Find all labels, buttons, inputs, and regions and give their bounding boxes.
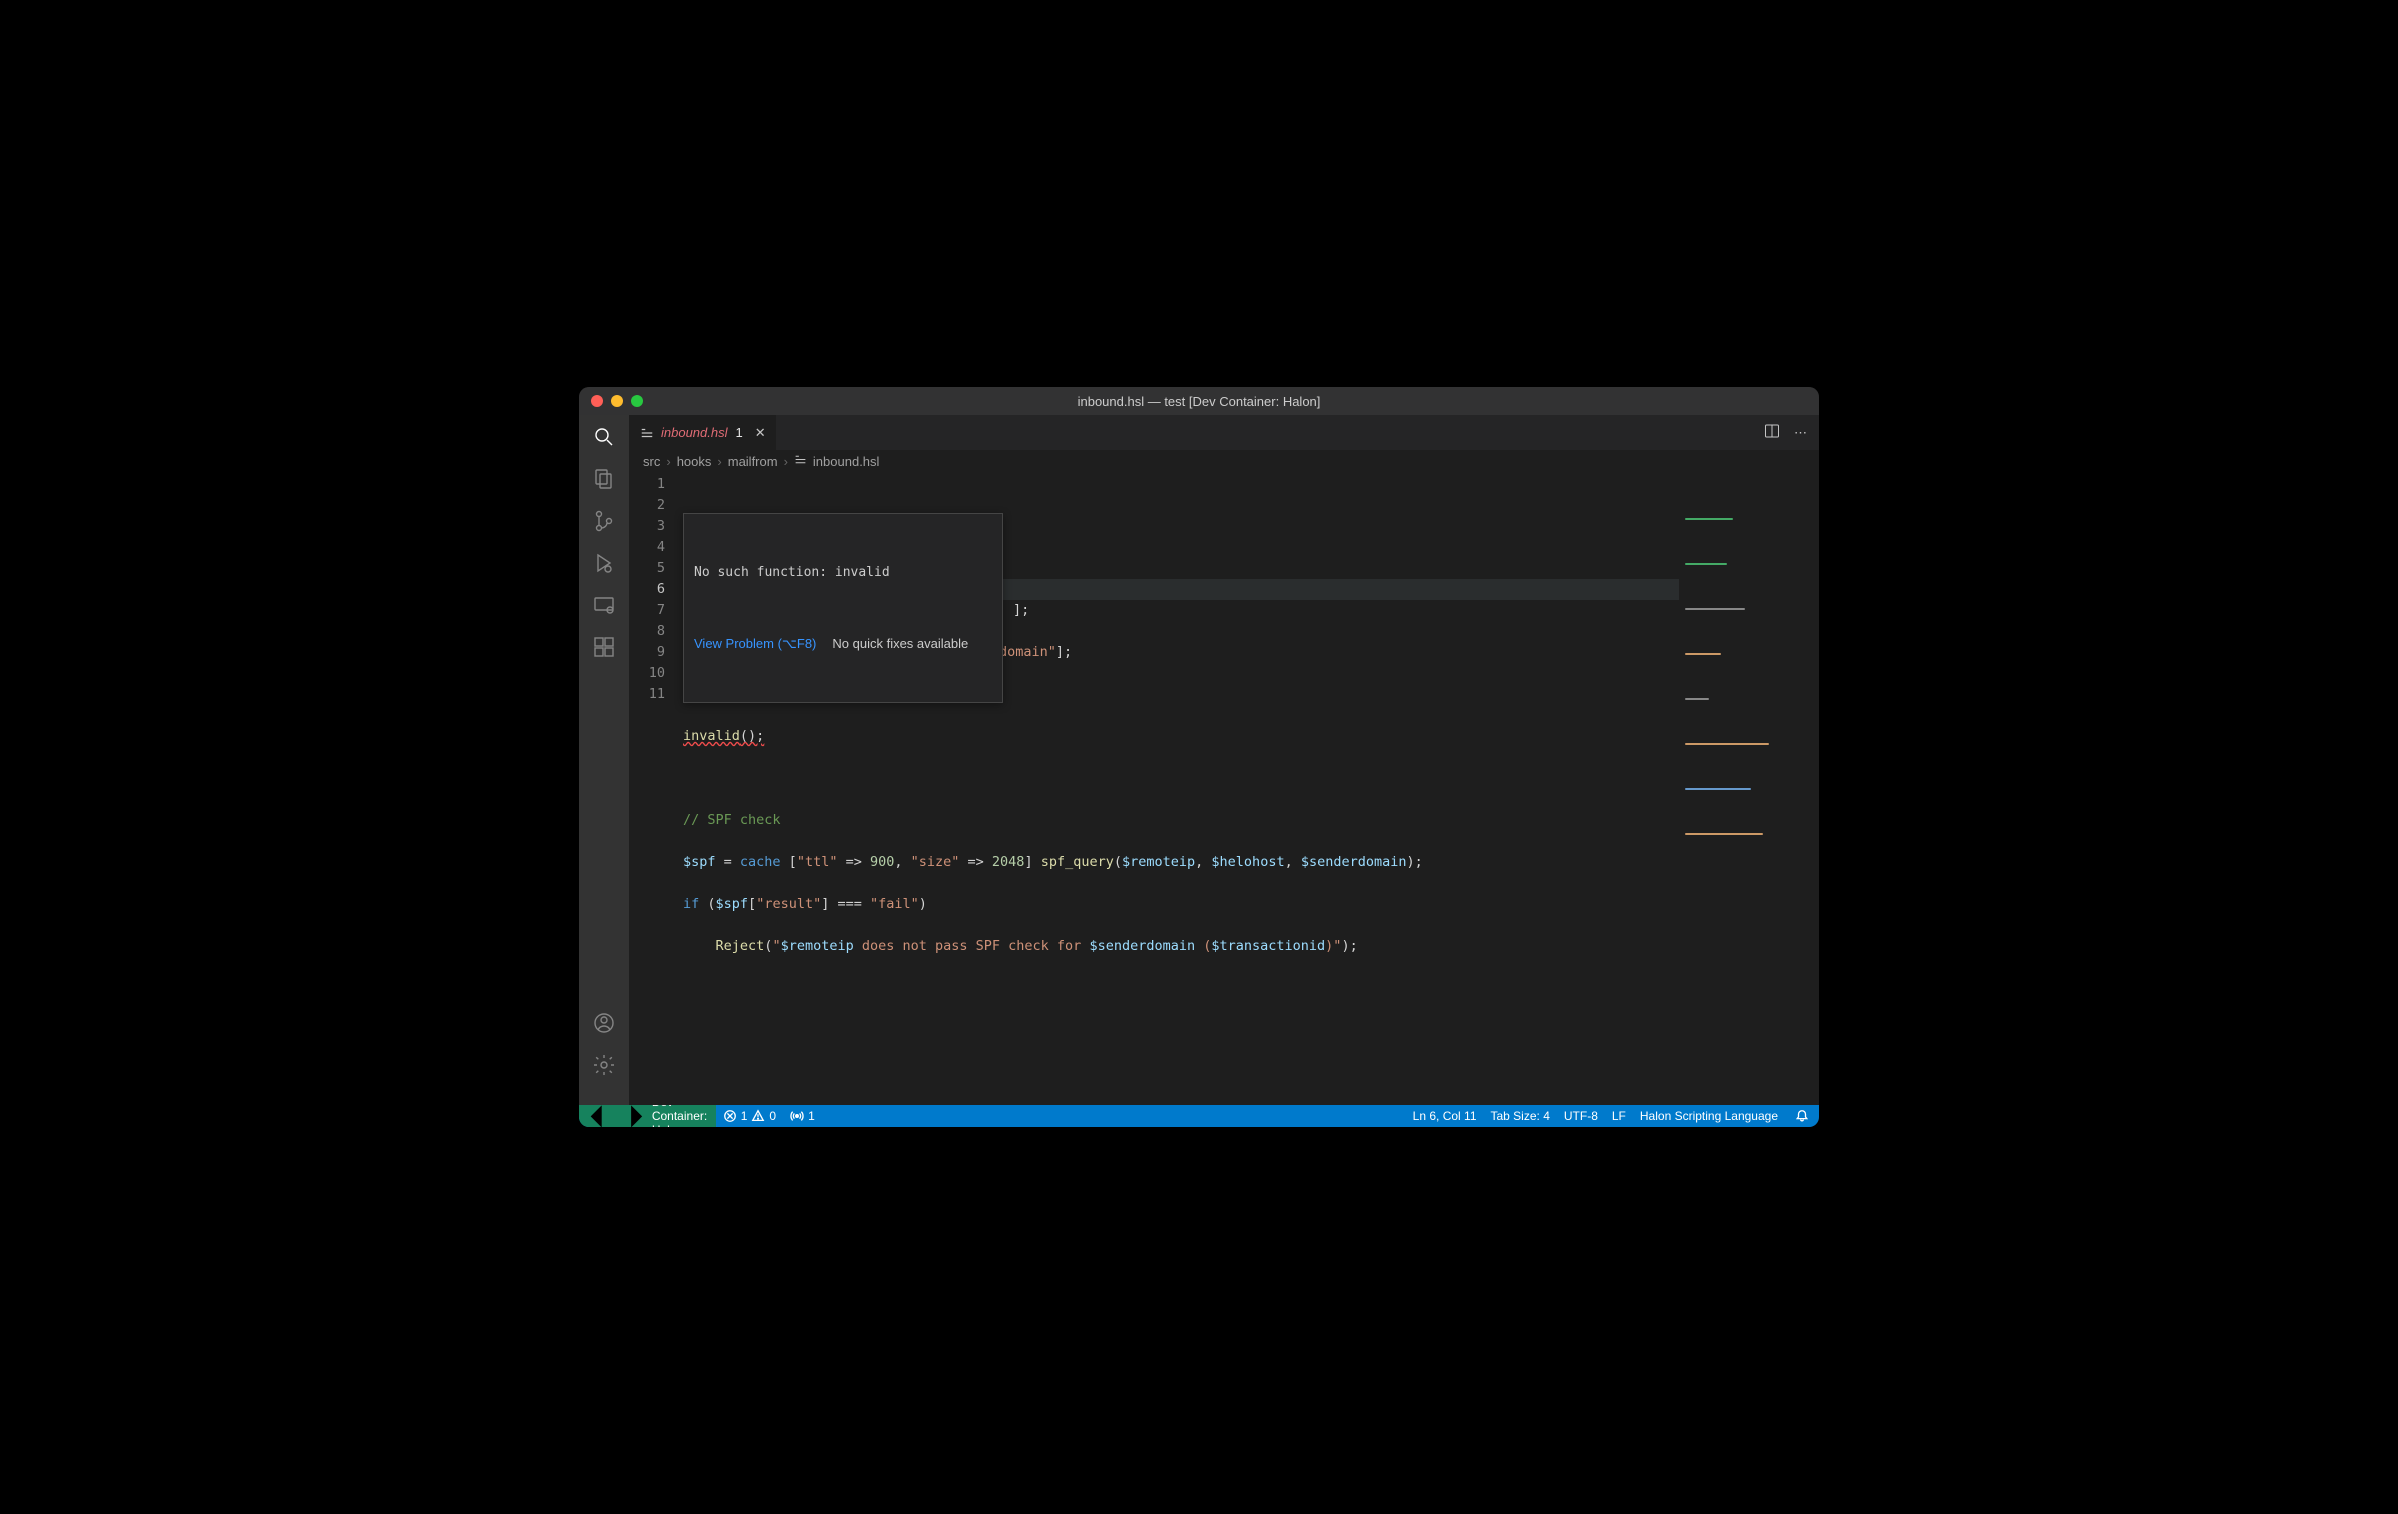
- settings-gear-icon[interactable]: [592, 1053, 616, 1077]
- editor-actions: ⋯: [1764, 415, 1819, 450]
- zoom-window-icon[interactable]: [631, 395, 643, 407]
- breadcrumb-mailfrom[interactable]: mailfrom: [728, 454, 778, 469]
- code-line[interactable]: invalid();: [683, 726, 1819, 747]
- breadcrumbs[interactable]: src › hooks › mailfrom › inbound.hsl: [629, 450, 1819, 472]
- close-tab-icon[interactable]: ✕: [755, 425, 766, 441]
- accounts-icon[interactable]: [592, 1011, 616, 1035]
- editor-group: inbound.hsl 1 ✕ ⋯ src › hooks › mailfrom › …: [629, 415, 1819, 1105]
- problem-hover: No such function: invalid View Problem (…: [683, 513, 1003, 703]
- file-icon: [639, 425, 655, 441]
- workbench: inbound.hsl 1 ✕ ⋯ src › hooks › mailfrom › …: [579, 415, 1819, 1105]
- tab-filename: inbound.hsl: [661, 425, 728, 440]
- chevron-right-icon: ›: [784, 454, 788, 469]
- vscode-window: inbound.hsl — test [Dev Container: Halon…: [579, 387, 1819, 1127]
- encoding-status[interactable]: UTF-8: [1557, 1105, 1605, 1127]
- problems-status[interactable]: 1 0: [716, 1105, 783, 1127]
- error-squiggle: invalid: [683, 728, 740, 744]
- split-editor-icon[interactable]: [1764, 423, 1780, 442]
- minimap[interactable]: [1685, 476, 1805, 878]
- code-content[interactable]: $transactionid = $transaction["id"]; $re…: [683, 472, 1819, 1105]
- line-numbers: 1 2 3 4 5 6 7 8 9 10 11: [629, 472, 683, 1105]
- indentation-status[interactable]: Tab Size: 4: [1484, 1105, 1557, 1127]
- window-title: inbound.hsl — test [Dev Container: Halon…: [1078, 394, 1321, 409]
- file-icon: [794, 453, 807, 469]
- run-debug-icon[interactable]: [592, 551, 616, 575]
- text-editor[interactable]: 1 2 3 4 5 6 7 8 9 10 11 $transactionid =…: [629, 472, 1819, 1105]
- more-actions-icon[interactable]: ⋯: [1794, 425, 1807, 441]
- notifications-bell-icon[interactable]: [1785, 1105, 1819, 1127]
- status-bar: Dev Container: Halon 1 0 1 Ln 6, Col 11 …: [579, 1105, 1819, 1127]
- tab-inbound-hsl[interactable]: inbound.hsl 1 ✕: [629, 415, 776, 450]
- code-line[interactable]: $spf = cache ["ttl" => 900, "size" => 20…: [683, 852, 1819, 873]
- code-line[interactable]: [683, 768, 1819, 789]
- extensions-icon[interactable]: [592, 635, 616, 659]
- eol-status[interactable]: LF: [1605, 1105, 1633, 1127]
- remote-indicator[interactable]: Dev Container: Halon: [579, 1105, 716, 1127]
- breadcrumb-hooks[interactable]: hooks: [677, 454, 712, 469]
- hover-message: No such function: invalid: [694, 562, 992, 583]
- tab-bar: inbound.hsl 1 ✕ ⋯: [629, 415, 1819, 450]
- no-quickfix-label: No quick fixes available: [832, 633, 968, 654]
- code-line[interactable]: Reject("$remoteip does not pass SPF chec…: [683, 936, 1819, 957]
- explorer-icon[interactable]: [592, 467, 616, 491]
- code-line[interactable]: // SPF check: [683, 810, 1819, 831]
- traffic-lights: [579, 395, 643, 407]
- activity-bar: [579, 415, 629, 1105]
- source-control-icon[interactable]: [592, 509, 616, 533]
- titlebar[interactable]: inbound.hsl — test [Dev Container: Halon…: [579, 387, 1819, 415]
- breadcrumb-file[interactable]: inbound.hsl: [813, 454, 880, 469]
- remote-explorer-icon[interactable]: [592, 593, 616, 617]
- language-mode[interactable]: Halon Scripting Language: [1633, 1105, 1785, 1127]
- minimize-window-icon[interactable]: [611, 395, 623, 407]
- ports-status[interactable]: 1: [783, 1105, 822, 1127]
- close-window-icon[interactable]: [591, 395, 603, 407]
- chevron-right-icon: ›: [666, 454, 670, 469]
- tab-modified-indicator: 1: [736, 425, 743, 440]
- code-line[interactable]: if ($spf["result"] === "fail"): [683, 894, 1819, 915]
- view-problem-link[interactable]: View Problem (⌥F8): [694, 633, 816, 654]
- breadcrumb-src[interactable]: src: [643, 454, 660, 469]
- cursor-position[interactable]: Ln 6, Col 11: [1406, 1105, 1484, 1127]
- chevron-right-icon: ›: [717, 454, 721, 469]
- search-icon[interactable]: [592, 425, 616, 449]
